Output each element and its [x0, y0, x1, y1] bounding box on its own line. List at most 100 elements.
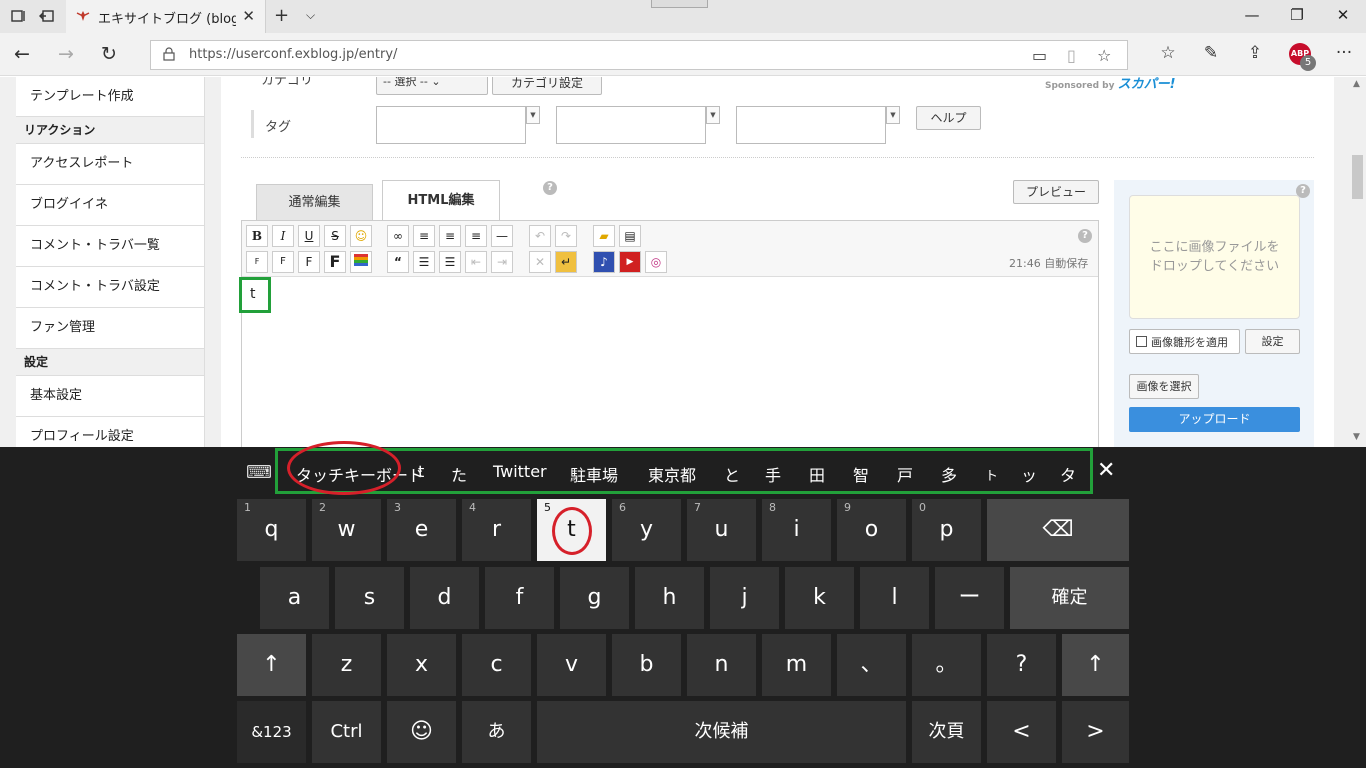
instagram-icon[interactable]: ◎ — [645, 251, 667, 273]
close-candidates-icon[interactable]: ✕ — [1097, 458, 1115, 483]
favorite-star-icon[interactable]: ☆ — [1097, 46, 1111, 65]
outdent-icon[interactable]: ⇤ — [465, 251, 487, 273]
space-next-candidate-key[interactable]: 次候補 — [537, 701, 906, 763]
editor-help-icon[interactable]: ? — [543, 181, 557, 195]
key-k[interactable]: k — [785, 567, 854, 629]
text-color-icon[interactable] — [350, 251, 372, 273]
align-center-icon[interactable]: ≡ — [439, 225, 461, 247]
key-s[interactable]: s — [335, 567, 404, 629]
preview-button[interactable]: プレビュー — [1013, 180, 1099, 204]
next-page-key[interactable]: 次頁 — [912, 701, 981, 763]
page-scrollbar[interactable]: ▲ ▼ — [1349, 77, 1366, 447]
candidate-item[interactable]: ト — [985, 465, 998, 484]
undo-icon[interactable]: ↶ — [529, 225, 551, 247]
key-n[interactable]: n — [687, 634, 756, 696]
symbols-key[interactable]: &123 — [237, 701, 306, 763]
tab-normal-edit[interactable]: 通常編集 — [256, 184, 373, 221]
youtube-icon[interactable]: ▶ — [619, 251, 641, 273]
sidebar-item-profile-settings[interactable]: プロフィール設定 — [16, 417, 204, 447]
key-h[interactable]: h — [635, 567, 704, 629]
back-icon[interactable]: ← — [10, 43, 34, 65]
key-d[interactable]: d — [410, 567, 479, 629]
indent-icon[interactable]: ⇥ — [491, 251, 513, 273]
strikethrough-icon[interactable]: S — [324, 225, 346, 247]
key-i[interactable]: 8i — [762, 499, 831, 561]
confirm-key[interactable]: 確定 — [1010, 567, 1129, 629]
tag-dropdown-3-icon[interactable]: ▼ — [886, 106, 900, 124]
key-long-vowel[interactable]: ー — [935, 567, 1004, 629]
close-window-icon[interactable]: ✕ — [1333, 6, 1353, 24]
candidate-item[interactable]: タ — [1060, 462, 1076, 486]
candidate-item[interactable]: 多 — [941, 462, 957, 486]
ctrl-key[interactable]: Ctrl — [312, 701, 381, 763]
key-u[interactable]: 7u — [687, 499, 756, 561]
candidate-item[interactable]: ッ — [1021, 462, 1037, 486]
key-y[interactable]: 6y — [612, 499, 681, 561]
candidate-item[interactable]: t — [418, 462, 424, 481]
key-g[interactable]: g — [560, 567, 629, 629]
key-p[interactable]: 0p — [912, 499, 981, 561]
bold-icon[interactable]: B — [246, 225, 268, 247]
shift-right-key[interactable]: ↑ — [1062, 634, 1129, 696]
emoji-key[interactable]: ☺ — [387, 701, 456, 763]
favorites-hub-icon[interactable]: ☆ — [1156, 43, 1180, 63]
new-tab-icon[interactable]: + — [274, 5, 289, 26]
sidebar-item-comment-list[interactable]: コメント・トラバ一覧 — [16, 226, 204, 267]
key-question[interactable]: ? — [987, 634, 1056, 696]
help-button[interactable]: ヘルプ — [916, 106, 981, 130]
forward-icon[interactable]: → — [54, 43, 78, 65]
bullet-list-icon[interactable]: ☰ — [413, 251, 435, 273]
tag-dropdown-2-icon[interactable]: ▼ — [706, 106, 720, 124]
tab-html-edit[interactable]: HTML編集 — [382, 180, 500, 222]
tag-input-3[interactable] — [736, 106, 886, 144]
underline-icon[interactable]: U — [298, 225, 320, 247]
key-o[interactable]: 9o — [837, 499, 906, 561]
key-q[interactable]: 1q — [237, 499, 306, 561]
candidate-item[interactable]: 東京都 — [648, 462, 696, 486]
key-period[interactable]: 。 — [912, 634, 981, 696]
clear-format-icon[interactable]: ✕ — [529, 251, 551, 273]
web-note-pen-icon[interactable]: ✎ — [1199, 43, 1223, 63]
browser-tab-active[interactable]: エキサイトブログ (blog)|新規 ✕ — [66, 0, 266, 33]
candidate-item[interactable]: 戸 — [897, 462, 913, 486]
music-icon[interactable]: ♪ — [593, 251, 615, 273]
auto-format-icon[interactable]: ↵ — [555, 251, 577, 273]
key-comma[interactable]: 、 — [837, 634, 906, 696]
redo-icon[interactable]: ↷ — [555, 225, 577, 247]
key-b[interactable]: b — [612, 634, 681, 696]
folder-icon[interactable]: ▰ — [593, 225, 615, 247]
key-w[interactable]: 2w — [312, 499, 381, 561]
emoji-icon[interactable]: ☺ — [350, 225, 372, 247]
font-size-xs-icon[interactable]: F — [246, 251, 268, 273]
candidate-item[interactable]: 手 — [765, 462, 781, 486]
address-bar[interactable]: https://userconf.exblog.jp/entry/ ▭ ▯ ☆ — [150, 40, 1128, 70]
backspace-key[interactable]: ⌫ — [987, 499, 1129, 561]
site-info-icon[interactable]: ▭ — [1032, 46, 1047, 65]
numbered-list-icon[interactable]: ☰ — [439, 251, 461, 273]
sidebar-item-access-report[interactable]: アクセスレポート — [16, 144, 204, 185]
key-m[interactable]: m — [762, 634, 831, 696]
font-size-l-icon[interactable]: F — [324, 251, 346, 273]
key-e[interactable]: 3e — [387, 499, 456, 561]
italic-icon[interactable]: I — [272, 225, 294, 247]
scrollbar-thumb[interactable] — [1352, 155, 1363, 199]
font-size-m-icon[interactable]: F — [298, 251, 320, 273]
tab-set-aside-icon[interactable] — [10, 8, 28, 26]
font-size-s-icon[interactable]: F — [272, 251, 294, 273]
sidebar-item-comment-settings[interactable]: コメント・トラバ設定 — [16, 267, 204, 308]
key-v[interactable]: v — [537, 634, 606, 696]
link-icon[interactable]: ∞ — [387, 225, 409, 247]
candidate-item[interactable]: Twitter — [493, 462, 547, 481]
toolbar-help-icon[interactable]: ? — [1078, 229, 1092, 243]
image-dropzone[interactable]: ここに画像ファイルを ドロップしてください — [1129, 195, 1300, 319]
tag-input-1[interactable] — [376, 106, 526, 144]
sidebar-item-blog-iine[interactable]: ブログイイネ — [16, 185, 204, 226]
candidate-item[interactable]: た — [451, 462, 467, 486]
quote-icon[interactable]: “ — [387, 251, 409, 273]
restore-window-icon[interactable]: ❐ — [1287, 6, 1307, 24]
candidate-item[interactable]: と — [724, 462, 740, 486]
keyboard-settings-icon[interactable]: ⌨ — [246, 462, 272, 483]
template-icon[interactable]: ▤ — [619, 225, 641, 247]
key-x[interactable]: x — [387, 634, 456, 696]
image-settings-button[interactable]: 設定 — [1245, 329, 1300, 354]
